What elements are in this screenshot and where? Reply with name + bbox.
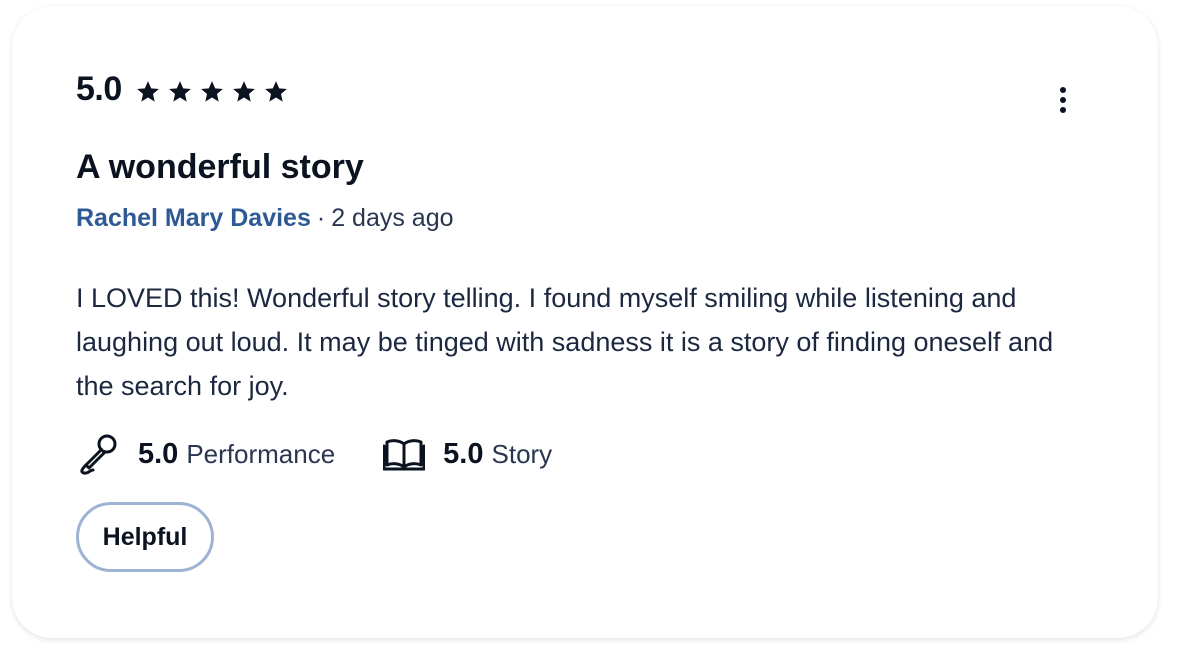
overall-rating: 5.0 (76, 70, 290, 109)
author-link[interactable]: Rachel Mary Davies (76, 204, 311, 232)
star-icon (134, 79, 162, 105)
star-rating (134, 79, 290, 105)
posted-time: 2 days ago (331, 204, 454, 232)
meta-separator: · (316, 204, 326, 232)
book-icon (383, 436, 426, 472)
story-score: 5.0 (443, 437, 484, 470)
overall-score: 5.0 (76, 70, 122, 108)
star-icon (230, 79, 258, 105)
sub-ratings: 5.0 Performance 5.0 Story (76, 432, 600, 476)
more-vertical-icon (1059, 86, 1067, 119)
sub-rating-performance: 5.0 Performance (76, 432, 335, 476)
sub-rating-story: 5.0 Story (383, 436, 552, 472)
review-title: A wonderful story (76, 148, 364, 186)
microphone-icon (76, 432, 120, 476)
star-icon (198, 79, 226, 105)
star-icon (262, 79, 290, 105)
review-body: I LOVED this! Wonderful story telling. I… (76, 283, 1054, 401)
story-label: Story (491, 438, 553, 469)
helpful-button[interactable]: Helpful (76, 502, 214, 572)
performance-score: 5.0 (138, 437, 179, 470)
more-options-button[interactable] (1048, 82, 1078, 122)
star-icon (166, 79, 194, 105)
review-card: 5.0 A wonderful story Rachel Mary Davies… (12, 6, 1158, 638)
review-meta: Rachel Mary Davies · 2 days ago (76, 204, 454, 233)
performance-label: Performance (186, 438, 336, 469)
